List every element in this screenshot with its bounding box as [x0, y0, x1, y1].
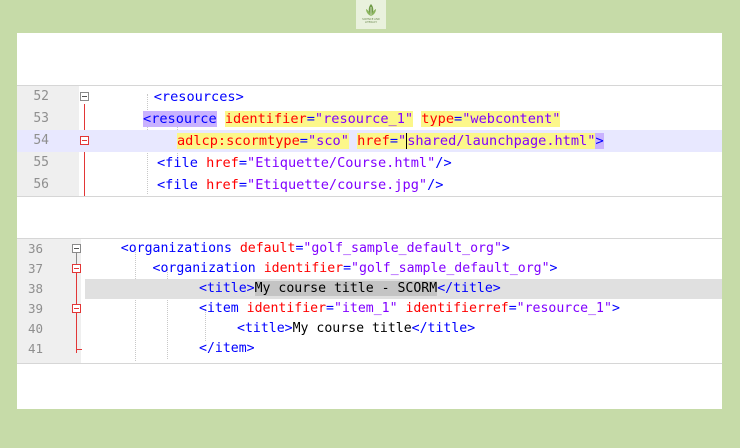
- code-text[interactable]: adlcp:scormtype="sco" href="shared/launc…: [177, 130, 604, 152]
- code-text[interactable]: <title>My course title</title>: [237, 319, 475, 339]
- code-line: 52 <resources>: [17, 86, 722, 108]
- code-panel-organizations: 36 <organizations default="golf_sample_d…: [17, 238, 722, 364]
- selected-text: My course title - SCORM: [254, 281, 438, 296]
- code-line: 56 <file href="Etiquette/course.jpg"/>: [17, 174, 722, 196]
- line-number: 52: [33, 89, 49, 104]
- brand-logo-text: SCIENCE AND LITERACY: [362, 18, 380, 24]
- line-number: 40: [27, 321, 43, 336]
- code-text[interactable]: </item>: [199, 339, 255, 359]
- fold-toggle-icon[interactable]: [72, 264, 81, 273]
- code-line: 41 </item>: [17, 339, 722, 359]
- fold-toggle-icon[interactable]: [80, 92, 89, 101]
- code-text[interactable]: <file href="Etiquette/course.jpg"/>: [157, 174, 443, 196]
- line-number: 37: [27, 261, 43, 276]
- code-line: 39 <item identifier="item_1" identifierr…: [17, 299, 722, 319]
- line-number: 54: [33, 133, 49, 148]
- code-line: 37 <organization identifier="golf_sample…: [17, 259, 722, 279]
- fold-toggle-icon[interactable]: [72, 304, 81, 313]
- code-panel-resources: 52 <resources> 53 <resource identifier="…: [17, 85, 722, 197]
- fold-toggle-icon[interactable]: [80, 136, 89, 145]
- leaf-icon: [366, 4, 376, 16]
- code-line: 36 <organizations default="golf_sample_d…: [17, 239, 722, 259]
- brand-logo: SCIENCE AND LITERACY: [356, 0, 386, 29]
- code-line: 53 <resource identifier="resource_1" typ…: [17, 108, 722, 130]
- code-line-current: 54 adlcp:scormtype="sco" href="shared/la…: [17, 130, 722, 152]
- code-text[interactable]: <resource identifier="resource_1" type="…: [143, 108, 561, 130]
- code-line: 40 <title>My course title</title>: [17, 319, 722, 339]
- fold-end-marker: [76, 349, 82, 350]
- line-number: 39: [27, 301, 43, 316]
- code-text[interactable]: <file href="Etiquette/Course.html"/>: [157, 152, 452, 174]
- fold-toggle-icon[interactable]: [72, 244, 81, 253]
- code-text[interactable]: <title>My course title - SCORM</title>: [199, 279, 501, 299]
- text-cursor: shared/launchpage.html": [406, 133, 596, 149]
- code-line-current: 38 <title>My course title - SCORM</title…: [28, 279, 722, 299]
- code-text[interactable]: <resources>: [121, 86, 244, 108]
- code-text[interactable]: <item identifier="item_1" identifierref=…: [199, 299, 620, 319]
- line-number: 53: [33, 111, 49, 126]
- line-number: 41: [27, 341, 43, 356]
- line-number: 36: [27, 241, 43, 256]
- screenshot-card: 52 <resources> 53 <resource identifier="…: [17, 33, 722, 409]
- code-line: 55 <file href="Etiquette/Course.html"/>: [17, 152, 722, 174]
- line-number: 56: [33, 177, 49, 192]
- line-number: 38: [27, 281, 43, 296]
- line-number: 55: [33, 155, 49, 170]
- code-text[interactable]: <organizations default="golf_sample_defa…: [89, 239, 510, 259]
- code-text[interactable]: <organization identifier="golf_sample_de…: [89, 259, 558, 279]
